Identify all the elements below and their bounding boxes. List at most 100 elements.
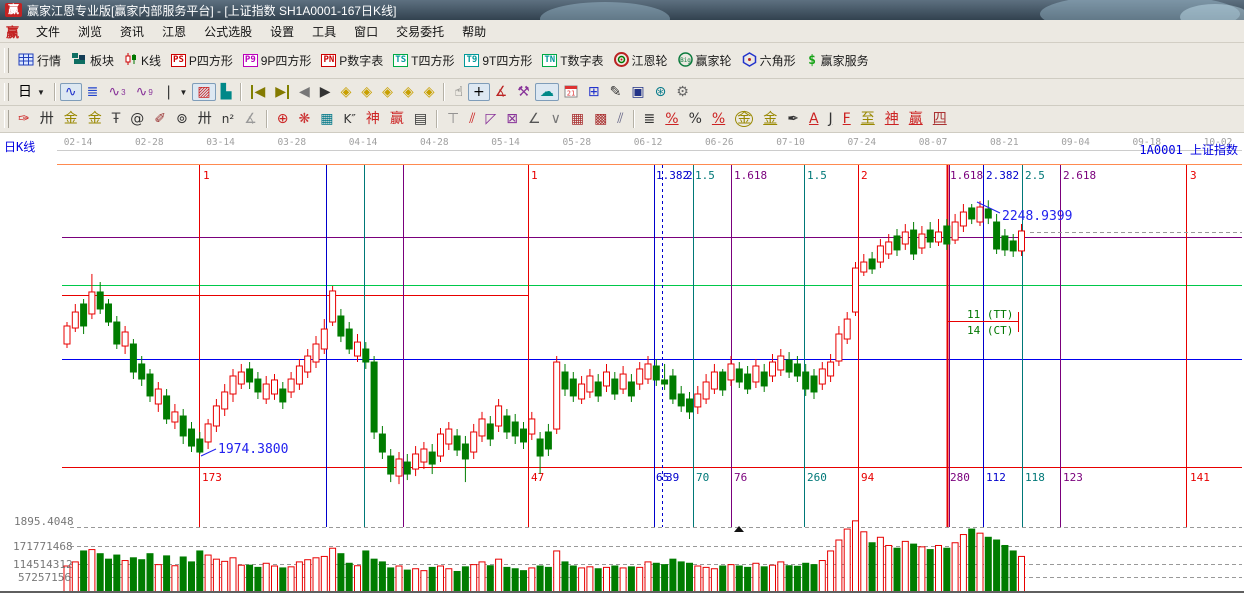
nav-shift-right-icon[interactable]: ◈: [356, 83, 377, 101]
draw-price-scale-icon[interactable]: ≣: [639, 110, 661, 128]
draw-a-wave-icon[interactable]: A: [804, 110, 824, 128]
menu-item-3[interactable]: 江恩: [153, 21, 195, 42]
menu-item-7[interactable]: 窗口: [345, 21, 387, 42]
draw-gann-gold-2-icon[interactable]: 金: [83, 110, 107, 128]
toolbar-gann-wheel-button[interactable]: 江恩轮: [609, 50, 673, 72]
toolbar-p-number-table-button[interactable]: PNP数字表: [316, 50, 388, 71]
toolbar-grip[interactable]: [4, 83, 9, 101]
nav-notes-edit-icon[interactable]: ✎: [605, 83, 627, 101]
draw-win-angle-icon[interactable]: 赢: [904, 110, 928, 128]
toolbar-grip[interactable]: [4, 110, 9, 128]
draw-shen-angle-icon[interactable]: 神: [880, 110, 904, 128]
nav-crosshair-icon[interactable]: +: [468, 83, 490, 101]
nav-first-bar-icon[interactable]: ◀: [246, 83, 270, 101]
nav-zoom-in-h-icon[interactable]: ◈: [377, 83, 398, 101]
toolbar-t-number-table-button[interactable]: TNT数字表: [537, 50, 608, 71]
draw-fan-lines-icon[interactable]: ⫽: [464, 110, 480, 128]
nav-save-disk-icon[interactable]: ▣: [626, 83, 649, 101]
nav-prev-bar-icon[interactable]: ◀: [294, 83, 315, 101]
toolbar-winner-wheel-button[interactable]: Big赢家轮: [673, 50, 737, 72]
nav-angle-measure-icon[interactable]: ∡: [490, 83, 513, 101]
draw-zigzag-line-icon[interactable]: ∨: [546, 110, 566, 128]
menu-item-5[interactable]: 设置: [261, 21, 303, 42]
nav-calculator-icon[interactable]: ⊞: [583, 83, 605, 101]
draw-shen-tool-icon[interactable]: 神: [361, 110, 385, 128]
draw-draw-pen-2-icon[interactable]: ✐: [149, 110, 171, 128]
draw-circle-cross-icon[interactable]: ⊕: [272, 110, 294, 128]
nav-ai-cloud-icon[interactable]: ☁: [535, 83, 559, 101]
candle-style-dropdown-dropdown-arrow[interactable]: ▼: [180, 88, 188, 97]
draw-zhi-angle-icon[interactable]: 至: [856, 110, 880, 128]
draw-draw-pen-icon[interactable]: ✑: [13, 110, 35, 128]
toolbar-9p-square-button[interactable]: P99P四方形: [238, 50, 317, 71]
nav-system-refresh-icon[interactable]: ⚙: [671, 83, 694, 101]
draw-star-web-icon[interactable]: ❋: [293, 110, 315, 128]
draw-f-angle-icon[interactable]: F: [838, 110, 856, 128]
nav-period-day-dropdown-icon[interactable]: 日▼: [13, 83, 50, 101]
nav-info-panel-icon[interactable]: ≣: [82, 83, 104, 101]
menu-item-0[interactable]: 文件: [27, 21, 69, 42]
nav-wave-3-icon[interactable]: ∿3: [103, 83, 130, 101]
toolbar-sectors-button[interactable]: 板块: [66, 50, 119, 71]
draw-grid-red-icon[interactable]: ▦: [566, 110, 589, 128]
draw-j-angle-icon[interactable]: J: [824, 110, 838, 128]
draw-n-square-icon[interactable]: n²: [217, 110, 239, 128]
toolbar-p-square-button[interactable]: PSP四方形: [166, 50, 238, 71]
draw-parallel-lines-icon[interactable]: ⫽: [612, 110, 628, 128]
draw-t-square-tool-icon[interactable]: ⊤: [442, 110, 464, 128]
draw-ruler-123-icon[interactable]: ▤: [409, 110, 432, 128]
nav-shift-left-icon[interactable]: ◈: [336, 83, 357, 101]
menu-item-8[interactable]: 交易委托: [387, 21, 453, 42]
draw-grid-red-2-icon[interactable]: ▩: [589, 110, 612, 128]
nav-web-data-icon[interactable]: ⊛: [650, 83, 672, 101]
nav-pattern-scan-icon[interactable]: ▨: [192, 83, 215, 101]
draw-k-note-icon[interactable]: K″: [338, 110, 360, 128]
draw-cycle-circle-icon[interactable]: ⊚: [171, 110, 193, 128]
draw-percent-line-icon[interactable]: %: [660, 110, 683, 128]
nav-pan-hand-icon[interactable]: ☝: [449, 83, 468, 101]
volume-bar: [371, 559, 377, 592]
menu-item-9[interactable]: 帮助: [453, 21, 495, 42]
draw-win-tool-icon[interactable]: 赢: [385, 110, 409, 128]
draw-grid-hatch-2-icon[interactable]: 卅: [193, 110, 217, 128]
draw-fibo-f-icon[interactable]: Ŧ: [107, 110, 126, 128]
toolbar-kline-button[interactable]: K线: [119, 50, 166, 71]
nav-last-bar-icon[interactable]: ▶: [270, 83, 294, 101]
menu-item-6[interactable]: 工具: [303, 21, 345, 42]
period-day-dropdown-dropdown-arrow[interactable]: ▼: [37, 88, 45, 97]
menu-item-4[interactable]: 公式选股: [195, 21, 261, 42]
toolbar-t-square-button[interactable]: TST四方形: [388, 50, 459, 71]
draw-spiral-icon[interactable]: @: [125, 110, 149, 128]
nav-zoom-out-h-icon[interactable]: ◈: [398, 83, 419, 101]
draw-web-grid-icon[interactable]: ▦: [315, 110, 338, 128]
toolbar-winner-service-button[interactable]: $赢家服务: [801, 50, 874, 72]
draw-gold-line-icon[interactable]: 金: [758, 110, 782, 128]
draw-angle-gray-icon[interactable]: ∡: [239, 110, 262, 128]
menu-item-1[interactable]: 浏览: [69, 21, 111, 42]
toolbar-9t-square-button[interactable]: T99T四方形: [459, 50, 537, 71]
draw-percent-under-icon[interactable]: %: [707, 110, 730, 128]
nav-calendar-icon[interactable]: 21: [559, 82, 583, 103]
nav-wave-9-icon[interactable]: ∿9: [131, 83, 158, 101]
nav-magic-tools-icon[interactable]: ⚒: [512, 83, 535, 101]
toolbar-grip[interactable]: [4, 48, 9, 73]
nav-candle-style-dropdown-icon[interactable]: ❘▼: [158, 83, 193, 101]
draw-gann-gold-1-icon[interactable]: 金: [59, 110, 83, 128]
nav-next-bar-icon[interactable]: ▶: [315, 83, 336, 101]
toolbar-hexagon-button[interactable]: 六角形: [737, 50, 801, 72]
draw-percent-icon[interactable]: %: [684, 110, 707, 128]
nav-zoom-fit-icon[interactable]: ◈: [419, 83, 440, 101]
draw-grid-hatch-icon[interactable]: 卅: [35, 110, 59, 128]
draw-trend-angle-icon[interactable]: ∠: [523, 110, 546, 128]
kline-chart[interactable]: 02-1402-2803-1403-2804-1404-2805-1405-28…: [0, 133, 1244, 593]
draw-gold-circle-icon[interactable]: 金: [730, 109, 758, 129]
menu-item-2[interactable]: 资讯: [111, 21, 153, 42]
chart-area[interactable]: 02-1402-2803-1403-2804-1404-2805-1405-28…: [0, 133, 1244, 593]
draw-si-angle-icon[interactable]: 四: [928, 110, 952, 128]
nav-volume-profile-icon[interactable]: ▙: [216, 83, 237, 101]
nav-overlay-curve-icon[interactable]: ∿: [60, 83, 82, 101]
draw-fan-box-icon[interactable]: ◸: [481, 110, 502, 128]
draw-box-x-icon[interactable]: ⊠: [501, 110, 523, 128]
toolbar-quotes-button[interactable]: 行情: [13, 50, 66, 71]
draw-brush-pen-icon[interactable]: ✒: [782, 110, 804, 128]
